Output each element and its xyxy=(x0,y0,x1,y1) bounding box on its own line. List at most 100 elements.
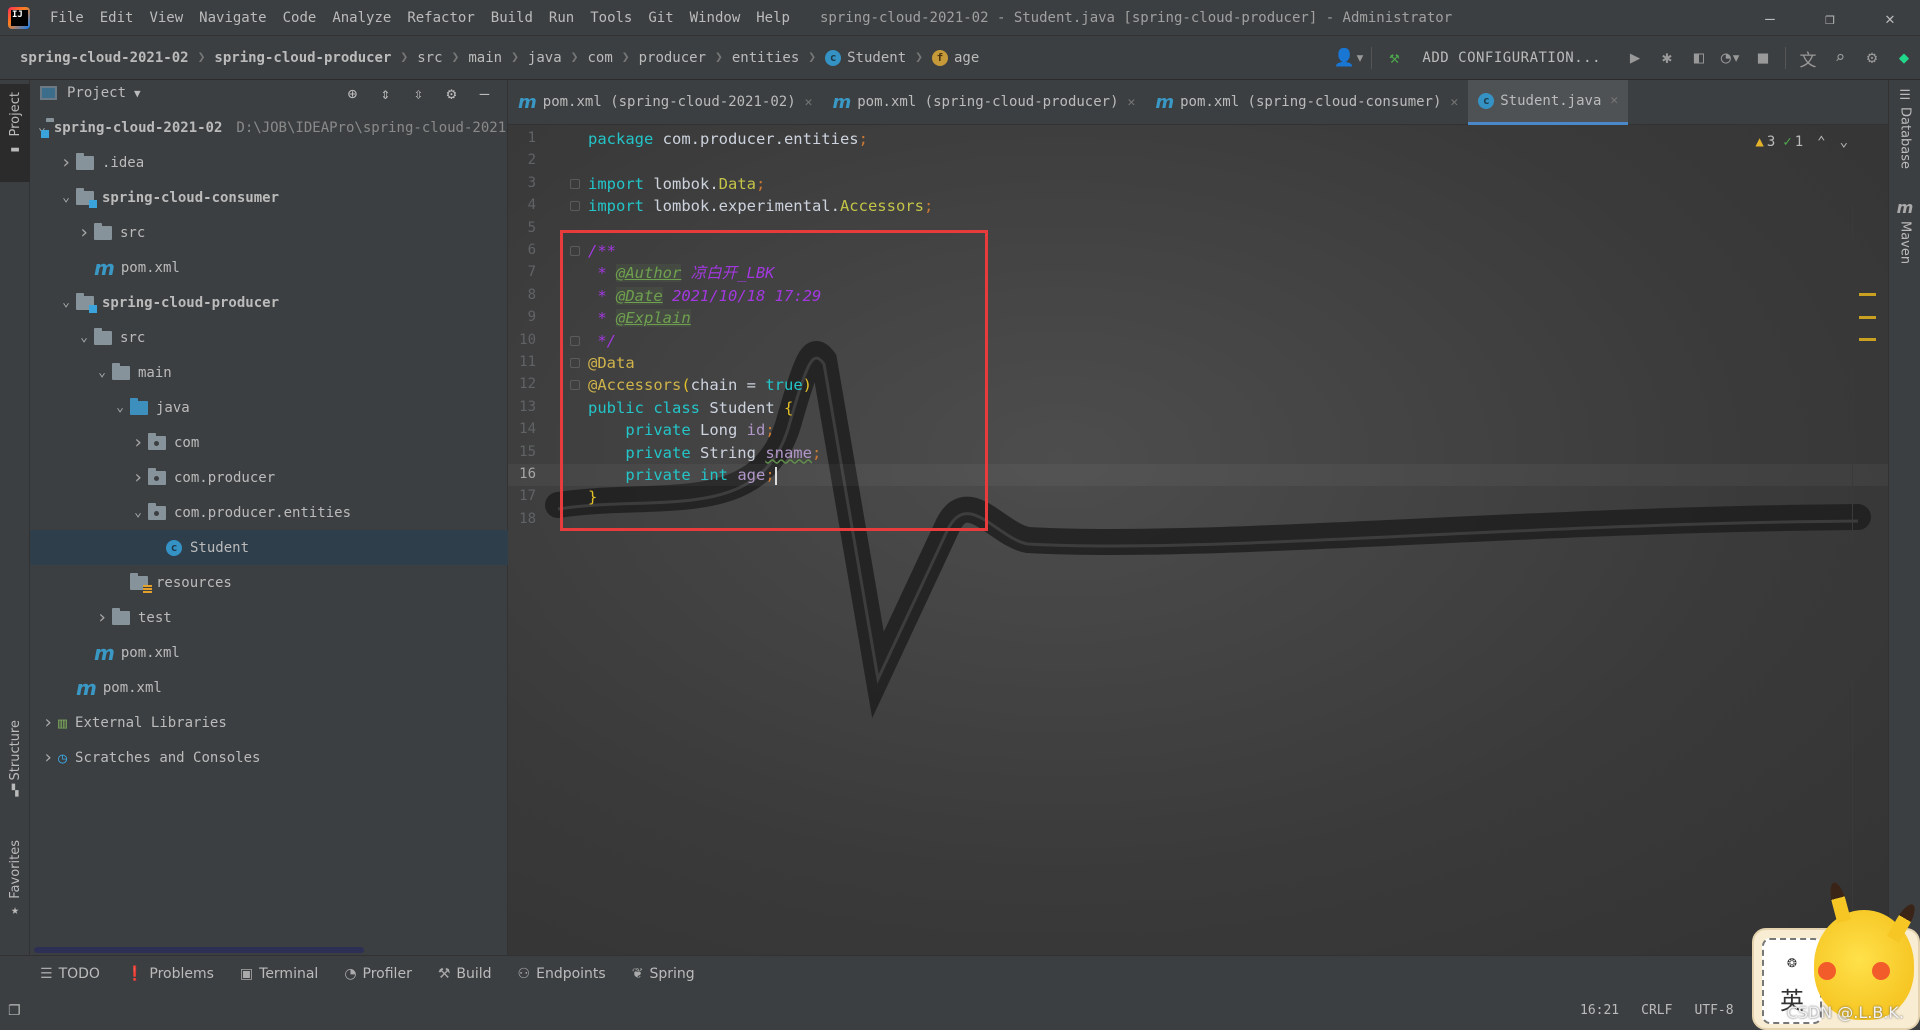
close-tab-icon[interactable]: ✕ xyxy=(1450,95,1458,110)
tree-item[interactable]: ⌄ main xyxy=(30,355,508,390)
profile-icon[interactable]: ◔▾ xyxy=(1715,36,1747,80)
chevron-right-icon[interactable]: › xyxy=(128,467,148,488)
stop-icon[interactable]: ■ xyxy=(1747,36,1779,80)
menu-file[interactable]: File xyxy=(42,10,92,26)
chevron-right-icon[interactable]: › xyxy=(38,712,58,733)
caret-position[interactable]: 16:21 xyxy=(1580,1003,1619,1018)
fold-end-icon[interactable] xyxy=(570,201,580,212)
inspection-widget[interactable]: ▲ 3 ✓ 1 ⌃ ⌄ xyxy=(1755,134,1848,150)
menu-tools[interactable]: Tools xyxy=(582,10,640,26)
menu-refactor[interactable]: Refactor xyxy=(399,10,482,26)
search-icon[interactable]: ⌕ xyxy=(1824,36,1856,80)
expand-all-icon[interactable]: ⇕ xyxy=(369,84,402,103)
file-encoding[interactable]: UTF-8 xyxy=(1694,1003,1733,1018)
editor-tab[interactable]: m pom.xml (spring-cloud-2021-02) ✕ xyxy=(508,80,822,125)
breadcrumb-item[interactable]: producer xyxy=(639,50,706,66)
menu-navigate[interactable]: Navigate xyxy=(191,10,274,26)
menu-build[interactable]: Build xyxy=(483,10,541,26)
tool-tab-build[interactable]: ⚒ Build xyxy=(438,966,492,982)
tree-item[interactable]: › com xyxy=(30,425,508,460)
tree-item[interactable]: ⌄ spring-cloud-producer xyxy=(30,285,508,320)
close-tab-icon[interactable]: ✕ xyxy=(1610,93,1618,108)
maven-tool-tab[interactable]: m Maven xyxy=(1889,198,1920,298)
menu-code[interactable]: Code xyxy=(275,10,325,26)
chevron-down-icon[interactable]: ⌄ xyxy=(128,505,148,520)
chevron-down-icon[interactable]: ⌄ xyxy=(110,400,130,415)
menu-analyze[interactable]: Analyze xyxy=(324,10,399,26)
editor-tab[interactable]: c Student.java ✕ xyxy=(1468,80,1629,125)
editor-tab[interactable]: m pom.xml (spring-cloud-consumer) ✕ xyxy=(1145,80,1468,125)
tree-item[interactable]: › .idea xyxy=(30,145,508,180)
chevron-right-icon[interactable]: › xyxy=(74,222,94,243)
menu-view[interactable]: View xyxy=(141,10,191,26)
tree-item[interactable]: ⌄ spring-cloud-consumer xyxy=(30,180,508,215)
close-tab-icon[interactable]: ✕ xyxy=(805,95,813,110)
tree-item[interactable]: m pom.xml xyxy=(30,635,508,670)
tree-item[interactable]: ⌄ java xyxy=(30,390,508,425)
tool-tab-spring[interactable]: ❦ Spring xyxy=(632,966,695,982)
breadcrumb-item[interactable]: spring-cloud-2021-02 xyxy=(20,50,189,66)
restore-button[interactable]: ❐ xyxy=(1800,0,1860,36)
tree-item[interactable]: c Student xyxy=(30,530,508,565)
warning-marker[interactable] xyxy=(1859,316,1876,319)
favorites-tool-tab[interactable]: Favorites ★ xyxy=(0,840,30,940)
tree-item[interactable]: ⌄ spring-cloud-2021-02 D:\JOB\IDEAPro\spri… xyxy=(30,110,515,145)
chevron-right-icon[interactable]: › xyxy=(128,432,148,453)
locate-file-icon[interactable]: ⊕ xyxy=(336,84,369,103)
breadcrumb-item[interactable]: entities xyxy=(732,50,799,66)
breadcrumb-item[interactable]: c Student xyxy=(825,49,906,66)
line-separator[interactable]: CRLF xyxy=(1641,1003,1672,1018)
next-highlight-icon[interactable]: ⌄ xyxy=(1840,134,1848,150)
fold-start-icon[interactable] xyxy=(570,178,580,189)
chevron-down-icon[interactable]: ⌄ xyxy=(56,190,76,205)
tree-item[interactable]: resources xyxy=(30,565,508,600)
menu-window[interactable]: Window xyxy=(682,10,749,26)
breadcrumb-item[interactable]: java xyxy=(528,50,562,66)
menu-edit[interactable]: Edit xyxy=(92,10,142,26)
tool-tab-terminal[interactable]: ▣ Terminal xyxy=(240,966,318,982)
warning-marker[interactable] xyxy=(1859,338,1876,341)
tree-item[interactable]: m pom.xml xyxy=(30,250,508,285)
tree-item[interactable]: ⌄ com.producer.entities xyxy=(30,495,508,530)
settings-icon[interactable]: ⚙ xyxy=(1856,36,1888,80)
chevron-right-icon[interactable]: › xyxy=(92,607,112,628)
previous-highlight-icon[interactable]: ⌃ xyxy=(1817,134,1825,150)
breadcrumb-item[interactable]: main xyxy=(468,50,502,66)
add-configuration-button[interactable]: ADD CONFIGURATION... xyxy=(1410,50,1619,66)
breadcrumb-item[interactable]: com xyxy=(587,50,612,66)
tree-item[interactable]: › ◷ Scratches and Consoles xyxy=(30,740,508,775)
tool-tab-todo[interactable]: ☰ TODO xyxy=(40,966,100,982)
tree-item[interactable]: › src xyxy=(30,215,508,250)
tree-item[interactable]: › ▥ External Libraries xyxy=(30,705,508,740)
tree-item[interactable]: m pom.xml xyxy=(30,670,508,705)
collapse-all-icon[interactable]: ⇳ xyxy=(402,84,435,103)
debug-icon[interactable]: ✱ xyxy=(1651,36,1683,80)
gear-icon[interactable]: ⚙ xyxy=(435,84,468,103)
translate-icon[interactable]: 文 xyxy=(1792,36,1824,80)
close-tab-icon[interactable]: ✕ xyxy=(1128,95,1136,110)
structure-tool-tab[interactable]: Structure ▚ xyxy=(0,720,30,820)
database-tool-tab[interactable]: ☰ Database xyxy=(1889,88,1920,188)
chevron-right-icon[interactable]: › xyxy=(56,152,76,173)
chevron-down-icon[interactable]: ⌄ xyxy=(74,330,94,345)
tool-tab-endpoints[interactable]: ⚇ Endpoints xyxy=(518,966,606,982)
warning-marker[interactable] xyxy=(1859,293,1876,296)
horizontal-scrollbar[interactable] xyxy=(34,947,364,953)
coverage-icon[interactable]: ◧ xyxy=(1683,36,1715,80)
vcs-user-icon[interactable]: 👤▾ xyxy=(1333,36,1365,80)
toggle-tool-windows-icon[interactable]: ❐ xyxy=(8,1003,21,1019)
menu-run[interactable]: Run xyxy=(541,10,582,26)
toolbox-icon[interactable]: ◆ xyxy=(1888,36,1920,80)
menu-help[interactable]: Help xyxy=(748,10,798,26)
tree-item[interactable]: ⌄ src xyxy=(30,320,508,355)
hide-panel-icon[interactable]: — xyxy=(468,84,501,103)
chevron-right-icon[interactable]: › xyxy=(38,747,58,768)
tree-item[interactable]: › com.producer xyxy=(30,460,508,495)
project-view-selector[interactable]: Project xyxy=(67,85,126,101)
chevron-down-icon[interactable]: ⌄ xyxy=(56,295,76,310)
project-tool-tab[interactable]: Project ▬ xyxy=(0,84,30,182)
build-hammer-icon[interactable]: ⚒ xyxy=(1378,36,1410,80)
intellij-logo-icon[interactable] xyxy=(8,6,30,29)
minimize-button[interactable]: — xyxy=(1740,0,1800,36)
chevron-down-icon[interactable]: ⌄ xyxy=(92,365,112,380)
